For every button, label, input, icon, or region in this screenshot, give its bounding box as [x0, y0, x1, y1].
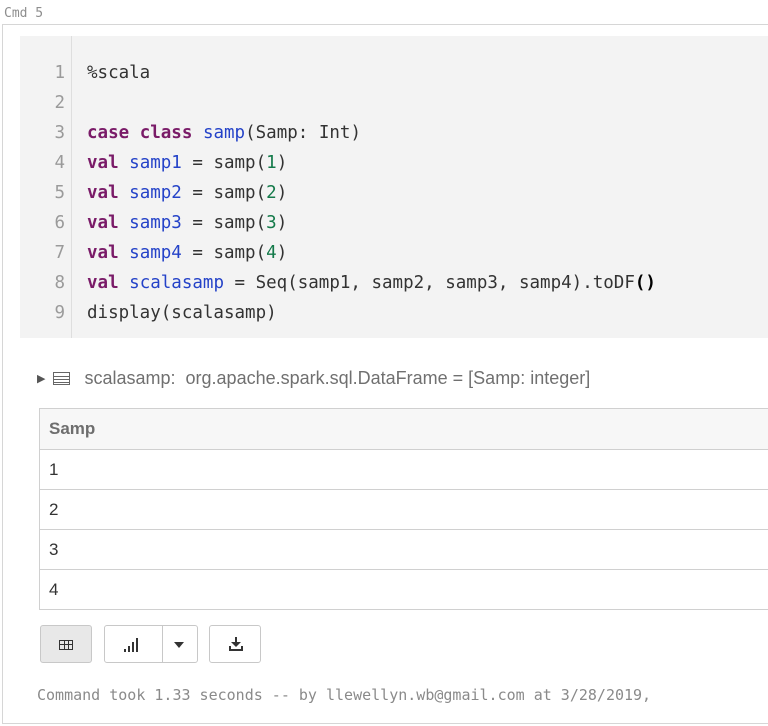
table-cell: 2	[39, 489, 768, 530]
table-row: 2	[39, 489, 768, 530]
code-token: scalasamp	[129, 273, 224, 293]
download-button[interactable]	[209, 625, 261, 663]
button-divider	[162, 626, 163, 662]
table-header-row: Samp	[39, 408, 768, 450]
dataframe-type: org.apache.spark.sql.DataFrame = [Samp: …	[185, 368, 591, 388]
code-editor[interactable]: 1 %scala 2 3 case class samp(Samp: Int) 4 val …	[20, 36, 768, 338]
code-token: samp3	[129, 213, 182, 233]
code-token: )	[276, 153, 288, 173]
code-token: 3	[266, 213, 277, 233]
code-token: 1	[266, 153, 277, 173]
table-icon	[59, 640, 73, 650]
code-token: case	[87, 123, 130, 143]
command-label: Cmd 5	[4, 6, 44, 21]
code-token: )	[276, 213, 288, 233]
code-line[interactable]: 9 display(scalasamp)	[20, 298, 277, 328]
table-row: 1	[39, 449, 768, 490]
code-token: (Samp: Int)	[245, 123, 361, 143]
dataframe-summary[interactable]: ▶ scalasamp: org.apache.spark.sql.DataFra…	[37, 364, 590, 392]
code-token: %scala	[87, 63, 151, 83]
code-token: = samp(	[181, 183, 267, 203]
table-cell: 4	[39, 569, 768, 610]
table-cell: 3	[39, 529, 768, 570]
result-table: Samp 1234	[39, 408, 768, 610]
code-token: val	[87, 183, 119, 203]
code-token: = samp(	[181, 243, 267, 263]
code-line[interactable]: 7 val samp4 = samp(4)	[20, 238, 287, 268]
caret-down-icon[interactable]	[174, 642, 184, 648]
expand-triangle-icon[interactable]: ▶	[37, 373, 45, 385]
table-row: 3	[39, 529, 768, 570]
code-line[interactable]: 8 val scalasamp = Seq(samp1, samp2, samp3…	[20, 268, 656, 298]
code-token: display(scalasamp)	[87, 303, 277, 323]
code-token: samp4	[129, 243, 182, 263]
dataframe-name: scalasamp:	[84, 368, 176, 388]
code-token: samp1	[129, 153, 182, 173]
table-view-button[interactable]	[40, 625, 92, 663]
code-token: val	[87, 243, 119, 263]
code-token: 2	[266, 183, 277, 203]
line-number: 8	[54, 273, 65, 293]
code-line[interactable]: 6 val samp3 = samp(3)	[20, 208, 287, 238]
code-token: samp2	[129, 183, 182, 203]
code-token: val	[87, 273, 119, 293]
line-number: 7	[54, 243, 65, 263]
code-line[interactable]: 2	[20, 88, 87, 118]
line-number: 4	[54, 153, 65, 173]
code-token: = samp(	[181, 213, 267, 233]
download-icon	[228, 636, 244, 652]
code-token: val	[87, 153, 119, 173]
line-number: 5	[54, 183, 65, 203]
code-token: )	[276, 243, 288, 263]
line-number: 6	[54, 213, 65, 233]
line-number: 3	[54, 123, 65, 143]
code-token: = samp(	[181, 153, 267, 173]
code-token: val	[87, 213, 119, 233]
code-token: )	[276, 183, 288, 203]
bar-chart-icon	[124, 638, 142, 652]
code-line[interactable]: 1 %scala	[20, 58, 150, 88]
line-number: 2	[54, 93, 65, 113]
line-number: 9	[54, 303, 65, 323]
code-line[interactable]: 5 val samp2 = samp(2)	[20, 178, 287, 208]
notebook-cell[interactable]: 1 %scala 2 3 case class samp(Samp: Int) 4 val …	[2, 24, 768, 724]
command-footer: Command took 1.33 seconds -- by llewelly…	[37, 686, 652, 704]
table-schema-icon	[53, 372, 71, 385]
chart-view-button[interactable]	[104, 625, 198, 663]
column-header-samp[interactable]: Samp	[39, 408, 768, 450]
code-line[interactable]: 4 val samp1 = samp(1)	[20, 148, 287, 178]
code-token: ()	[634, 273, 656, 293]
code-token: 4	[266, 243, 277, 263]
line-number: 1	[54, 63, 65, 83]
table-row: 4	[39, 569, 768, 610]
code-token: class	[139, 123, 193, 143]
table-cell: 1	[39, 449, 768, 490]
code-line[interactable]: 3 case class samp(Samp: Int)	[20, 118, 361, 148]
code-token: = Seq(samp1, samp2, samp3, samp4).toDF	[223, 273, 635, 293]
code-token: samp	[202, 123, 246, 143]
